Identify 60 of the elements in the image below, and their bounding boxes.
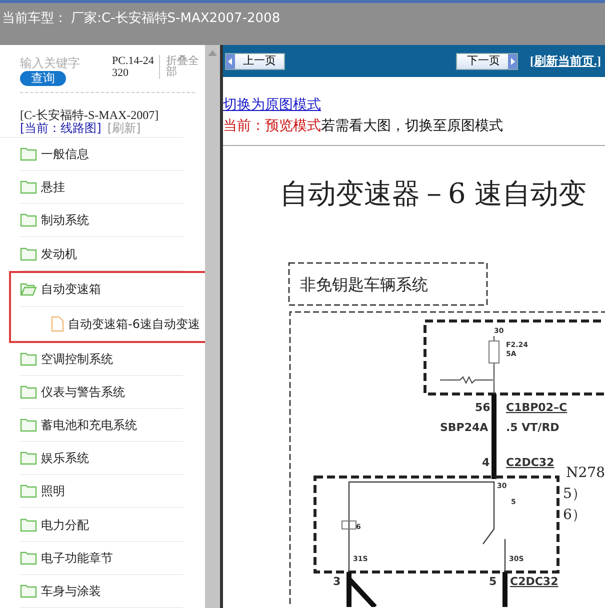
folder-icon (20, 418, 37, 432)
document-icon (51, 316, 64, 332)
open-folder-icon (20, 282, 37, 296)
tree-item[interactable]: 空调控制系统 (20, 342, 183, 376)
system-label: 非免钥匙车辆系统 (300, 275, 428, 294)
search-button[interactable]: 查询 (20, 71, 66, 86)
tree-item[interactable]: 悬挂 (20, 171, 183, 204)
note-text: 5） (563, 486, 586, 502)
code-text: PC.14-24320 (112, 55, 160, 79)
current-mode-label: 当前：预览模式 (223, 117, 321, 136)
folder-icon (20, 147, 37, 162)
vehicle-title: 当前车型： 厂家:C-长安福特S-MAX2007-2008 (2, 11, 280, 26)
folder-icon (20, 246, 37, 261)
next-page-button[interactable]: 下一页 (456, 52, 518, 70)
wire-label: SBP24A (440, 421, 488, 434)
folder-icon (20, 352, 37, 366)
note-text: 6） (563, 507, 586, 523)
refresh-page-link[interactable]: [刷新当前页.] (530, 52, 601, 70)
keyword-field[interactable]: 输入关键字 (20, 55, 106, 71)
mode-hint: 若需看大图，切换至原图模式 (321, 117, 503, 136)
tree-item[interactable]: 电力分配 (20, 508, 183, 542)
folder-icon (20, 584, 37, 598)
tree-subitem[interactable]: 自动变速箱-6速自动变速 (51, 306, 205, 341)
tree-item[interactable]: 一般信息 (20, 138, 183, 172)
fuse-drawing (440, 336, 500, 394)
wire-label: C2DC32 (510, 575, 558, 588)
previous-page-button[interactable]: 上一页 (225, 52, 285, 70)
current-view-label: [当前：线路图] (20, 122, 102, 135)
tree-item[interactable]: 仪表与警告系统 (20, 376, 183, 409)
tree-item[interactable]: 蓄电池和充电系统 (20, 408, 183, 442)
tree-item[interactable]: 自动变速箱 (20, 272, 183, 307)
tree-item[interactable]: 发动机 (20, 237, 183, 271)
tree-item[interactable]: 车身与涂装 (20, 574, 183, 608)
up-arrow-icon (208, 50, 217, 56)
wire-label: 4 (482, 456, 490, 469)
note-text: N278 (566, 465, 605, 481)
original-mode-link[interactable]: 切换为原图模式 (223, 95, 321, 116)
diagram-title: 自动变速器－6 速自动变 (280, 177, 587, 210)
wire-label: 5 (489, 575, 497, 588)
folder-icon (20, 384, 37, 399)
tree-item[interactable]: 娱乐系统 (20, 442, 183, 476)
tree-item[interactable]: 照明 (20, 475, 183, 508)
wire-label: 56 (475, 401, 490, 414)
folder-icon (20, 484, 37, 498)
tree-item[interactable]: 制动系统 (20, 204, 183, 238)
wire-label: .5 VT/RD (506, 421, 560, 434)
wire (502, 572, 508, 607)
scrollbar[interactable] (205, 45, 220, 608)
folder-icon (20, 518, 37, 532)
vehicle-label: [C-长安福特-S-MAX-2007] (20, 108, 160, 122)
wire-label: C2DC32 (506, 456, 554, 469)
folder-icon (20, 213, 37, 228)
folder-icon (20, 550, 37, 565)
tree-item[interactable]: 电子功能章节 (20, 542, 183, 575)
wire-label: C1BP02–C (506, 401, 568, 414)
wire-label: 3 (333, 575, 341, 588)
wire (346, 570, 378, 607)
folder-icon (20, 180, 37, 194)
folder-icon (20, 451, 37, 466)
relay-coil-icon (342, 520, 356, 530)
